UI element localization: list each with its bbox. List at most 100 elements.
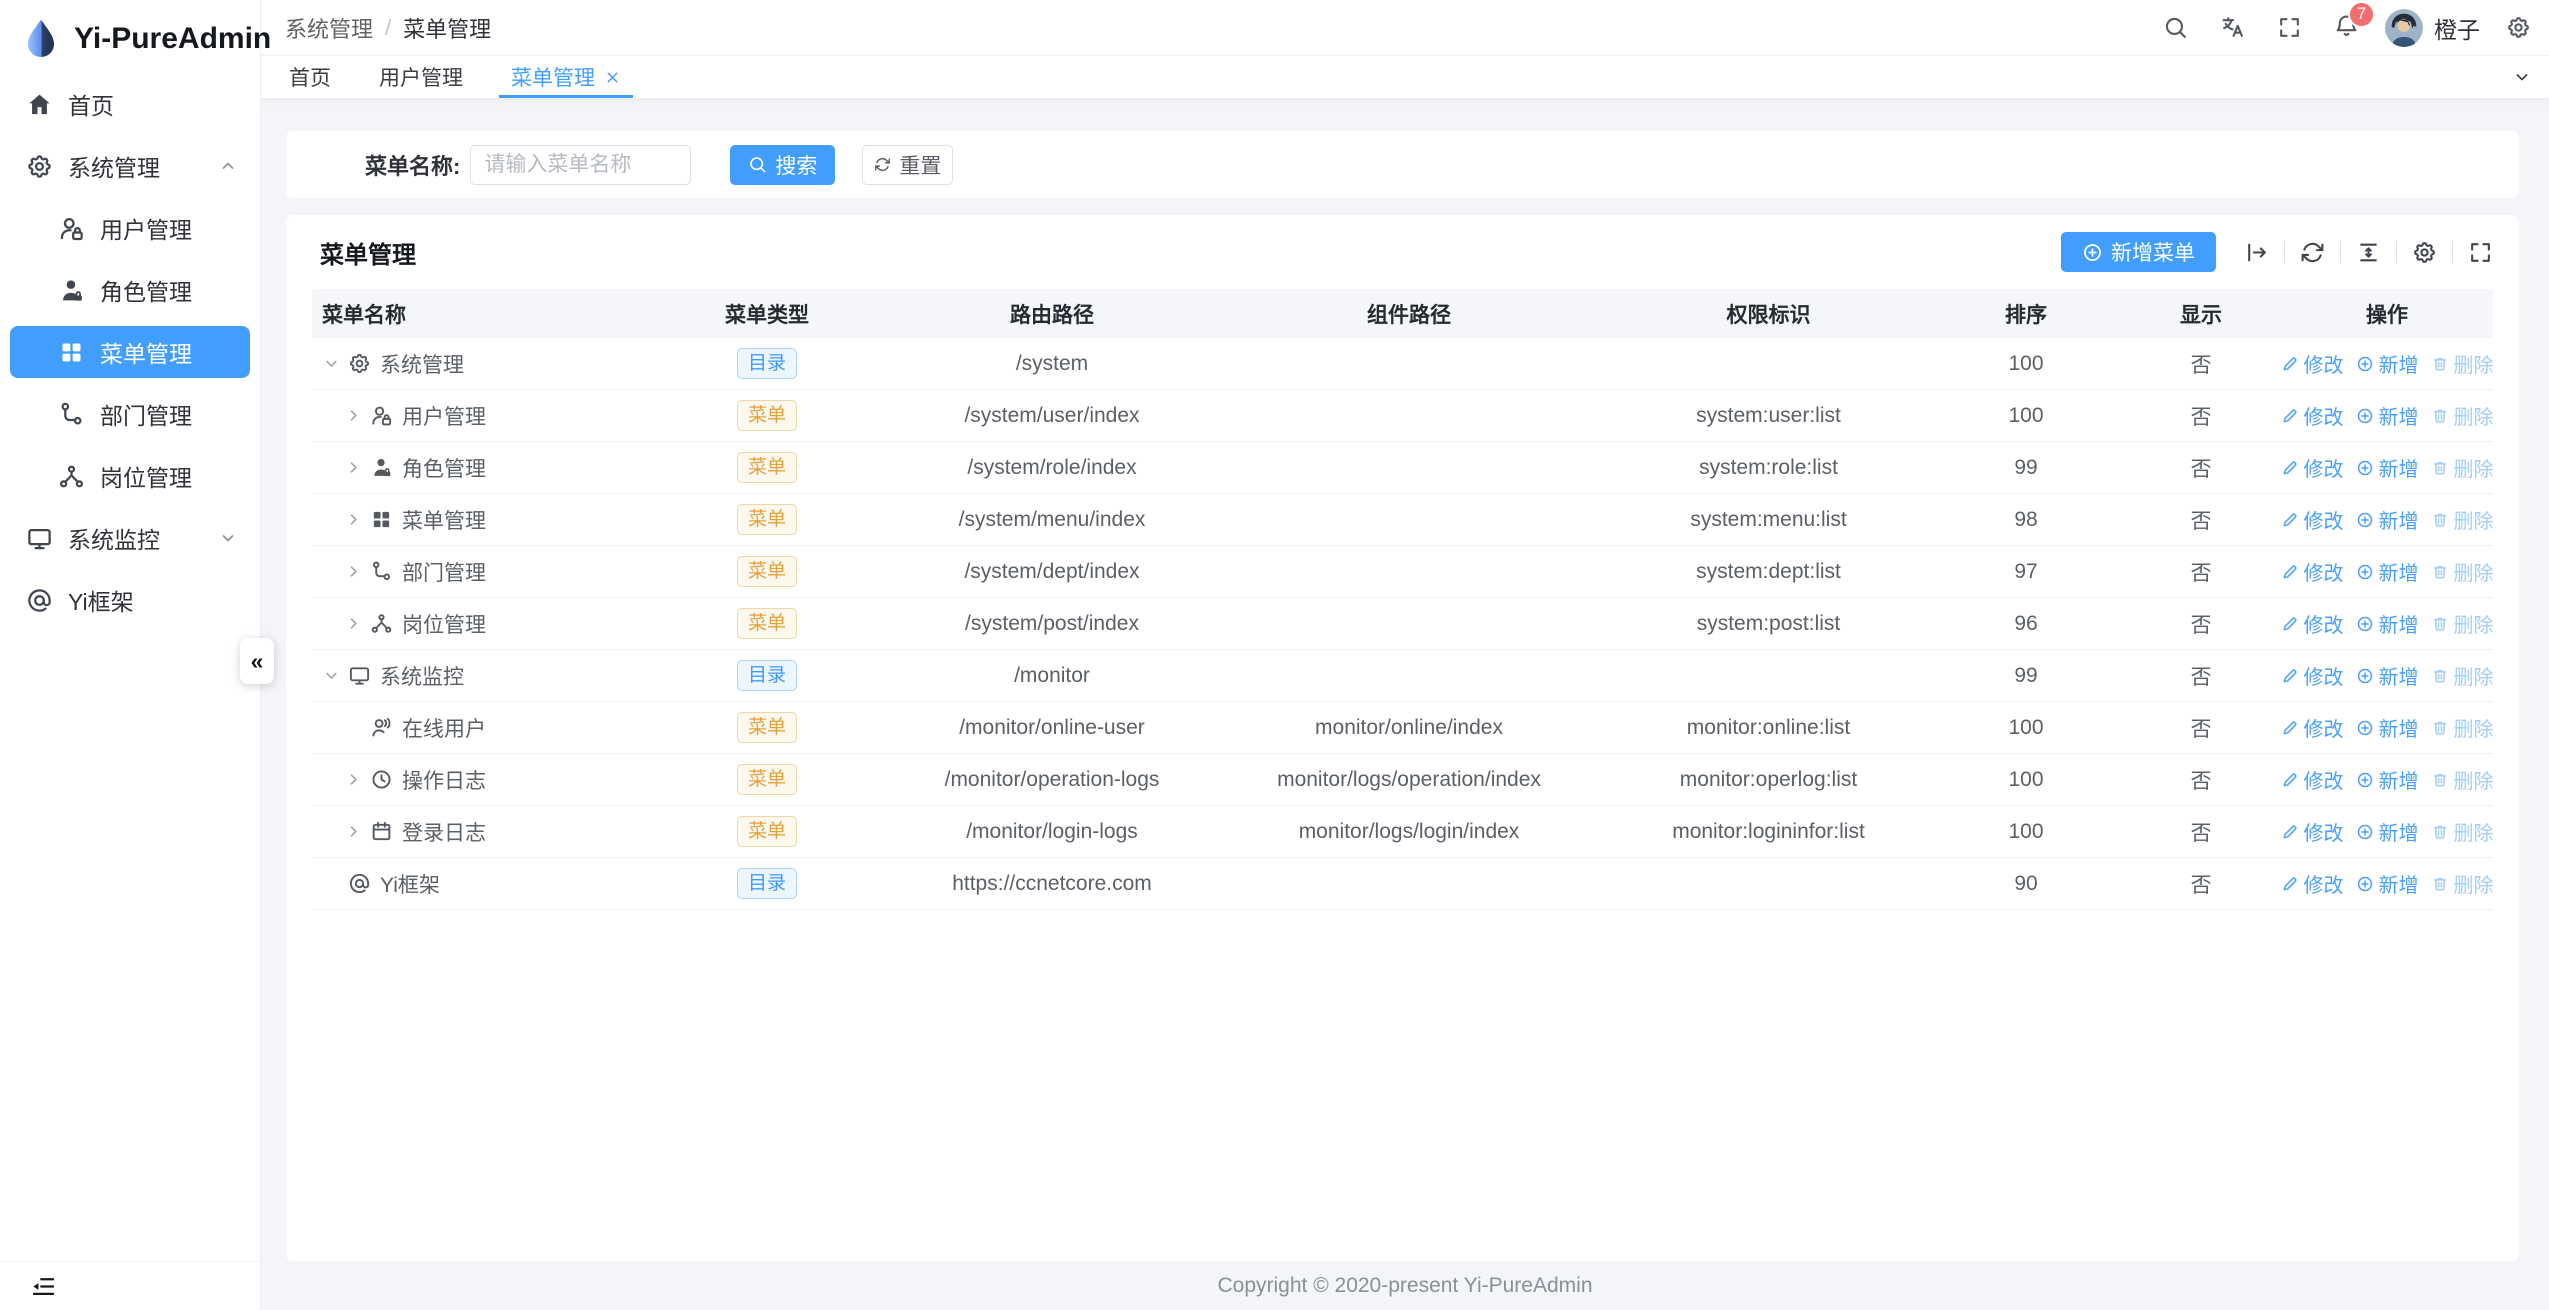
logo[interactable]: Yi-PureAdmin xyxy=(0,0,260,78)
edit-link[interactable]: 修改 xyxy=(2281,453,2344,482)
close-icon[interactable] xyxy=(604,69,621,86)
tab-home[interactable]: 首页 xyxy=(287,56,333,98)
add-link[interactable]: 新增 xyxy=(2356,453,2419,482)
density-icon[interactable] xyxy=(2356,240,2381,265)
delete-link[interactable]: 删除 xyxy=(2431,765,2494,794)
sidebar-item-dept-management[interactable]: 部门管理 xyxy=(10,388,250,440)
add-link[interactable]: 新增 xyxy=(2356,401,2419,430)
edit-link[interactable]: 修改 xyxy=(2281,557,2344,586)
edit-link[interactable]: 修改 xyxy=(2281,401,2344,430)
cell-menu-type: 菜单 xyxy=(642,452,892,483)
cell-sort: 100 xyxy=(1931,352,2121,376)
sidebar-item-yi-framework[interactable]: Yi框架 xyxy=(10,574,250,626)
edit-link[interactable]: 修改 xyxy=(2281,713,2344,742)
chevron-down-icon xyxy=(218,528,238,548)
sidebar-item-system-management[interactable]: 系统管理 xyxy=(10,140,250,192)
menu-name: 用户管理 xyxy=(402,401,486,431)
cell-menu-name: 登录日志 xyxy=(312,817,642,847)
search-icon[interactable] xyxy=(2163,15,2188,40)
delete-link[interactable]: 删除 xyxy=(2431,505,2494,534)
edit-icon xyxy=(2281,615,2299,633)
chevron-right-icon[interactable] xyxy=(344,822,363,841)
sidebar-collapse-button[interactable]: « xyxy=(240,638,274,684)
cell-sort: 96 xyxy=(1931,612,2121,636)
add-link[interactable]: 新增 xyxy=(2356,817,2419,846)
tab-menu-management[interactable]: 菜单管理 xyxy=(509,56,623,98)
tabs: 首页 用户管理 菜单管理 xyxy=(287,56,623,98)
fullscreen-icon[interactable] xyxy=(2277,15,2302,40)
reset-button[interactable]: 重置 xyxy=(862,145,953,185)
menu-type-badge: 菜单 xyxy=(737,712,797,743)
translate-icon[interactable] xyxy=(2220,15,2245,40)
add-link[interactable]: 新增 xyxy=(2356,557,2419,586)
chevron-right-icon[interactable] xyxy=(344,406,363,425)
sidebar-item-user-management[interactable]: 用户管理 xyxy=(10,202,250,254)
chevron-down-icon[interactable] xyxy=(322,666,341,685)
expand-toggle-icon[interactable] xyxy=(2244,240,2269,265)
edit-link[interactable]: 修改 xyxy=(2281,869,2344,898)
breadcrumb-item[interactable]: 系统管理 xyxy=(285,12,373,44)
delete-link[interactable]: 删除 xyxy=(2431,661,2494,690)
role-icon xyxy=(58,277,85,304)
add-link[interactable]: 新增 xyxy=(2356,505,2419,534)
chevron-right-icon[interactable] xyxy=(344,614,363,633)
refresh-icon[interactable] xyxy=(2300,240,2325,265)
add-link[interactable]: 新增 xyxy=(2356,609,2419,638)
delete-link[interactable]: 删除 xyxy=(2431,557,2494,586)
plus-circle-icon xyxy=(2356,459,2374,477)
delete-link[interactable]: 删除 xyxy=(2431,713,2494,742)
edit-link[interactable]: 修改 xyxy=(2281,505,2344,534)
chevron-right-icon[interactable] xyxy=(344,562,363,581)
add-link[interactable]: 新增 xyxy=(2356,765,2419,794)
add-link[interactable]: 新增 xyxy=(2356,713,2419,742)
sidebar-item-label: 岗位管理 xyxy=(100,459,192,493)
delete-link[interactable]: 删除 xyxy=(2431,349,2494,378)
cell-menu-type: 目录 xyxy=(642,660,892,691)
divider xyxy=(2452,241,2453,263)
chevron-right-icon[interactable] xyxy=(344,510,363,529)
delete-link[interactable]: 删除 xyxy=(2431,401,2494,430)
card-toolbar: 新增菜单 xyxy=(2061,232,2493,272)
tab-user-management[interactable]: 用户管理 xyxy=(377,56,465,98)
edit-link[interactable]: 修改 xyxy=(2281,609,2344,638)
footer: Copyright © 2020-present Yi-PureAdmin xyxy=(261,1261,2549,1310)
edit-link[interactable]: 修改 xyxy=(2281,765,2344,794)
sidebar-item-system-monitor[interactable]: 系统监控 xyxy=(10,512,250,564)
delete-link[interactable]: 删除 xyxy=(2431,453,2494,482)
sidebar-item-role-management[interactable]: 角色管理 xyxy=(10,264,250,316)
edit-icon xyxy=(2281,875,2299,893)
notifications-button[interactable]: 7 xyxy=(2334,13,2359,43)
delete-link[interactable]: 删除 xyxy=(2431,869,2494,898)
add-link[interactable]: 新增 xyxy=(2356,349,2419,378)
add-link[interactable]: 新增 xyxy=(2356,869,2419,898)
plus-circle-icon xyxy=(2356,875,2374,893)
menu-grid-icon xyxy=(58,339,85,366)
plus-circle-icon xyxy=(2082,242,2103,263)
add-link[interactable]: 新增 xyxy=(2356,661,2419,690)
chevron-right-icon[interactable] xyxy=(344,770,363,789)
user-menu[interactable]: 橙子 xyxy=(2385,9,2480,47)
edit-link[interactable]: 修改 xyxy=(2281,661,2344,690)
cell-route-path: /system/user/index xyxy=(892,404,1212,428)
menu-table: 菜单名称菜单类型路由路径组件路径权限标识排序显示操作 系统管理目录/system… xyxy=(312,289,2493,910)
table-row: 用户管理菜单/system/user/indexsystem:user:list… xyxy=(312,390,2493,442)
sidebar-item-menu-management[interactable]: 菜单管理 xyxy=(10,326,250,378)
chevron-down-icon[interactable] xyxy=(322,354,341,373)
sidebar-item-home[interactable]: 首页 xyxy=(10,78,250,130)
column-settings-icon[interactable] xyxy=(2412,240,2437,265)
tabs-more-button[interactable] xyxy=(2495,56,2549,98)
sidebar-item-post-management[interactable]: 岗位管理 xyxy=(10,450,250,502)
delete-link[interactable]: 删除 xyxy=(2431,609,2494,638)
search-button[interactable]: 搜索 xyxy=(730,145,835,185)
edit-link[interactable]: 修改 xyxy=(2281,349,2344,378)
cell-actions: 修改新增删除 xyxy=(2281,609,2493,638)
menu-name-input[interactable] xyxy=(470,145,691,185)
add-menu-button[interactable]: 新增菜单 xyxy=(2061,232,2216,272)
table-fullscreen-icon[interactable] xyxy=(2468,240,2493,265)
delete-link[interactable]: 删除 xyxy=(2431,817,2494,846)
chevron-right-icon[interactable] xyxy=(344,458,363,477)
menu-type-badge: 菜单 xyxy=(737,452,797,483)
menu-fold-icon[interactable] xyxy=(30,1273,57,1300)
edit-link[interactable]: 修改 xyxy=(2281,817,2344,846)
settings-gear-icon[interactable] xyxy=(2506,15,2531,40)
